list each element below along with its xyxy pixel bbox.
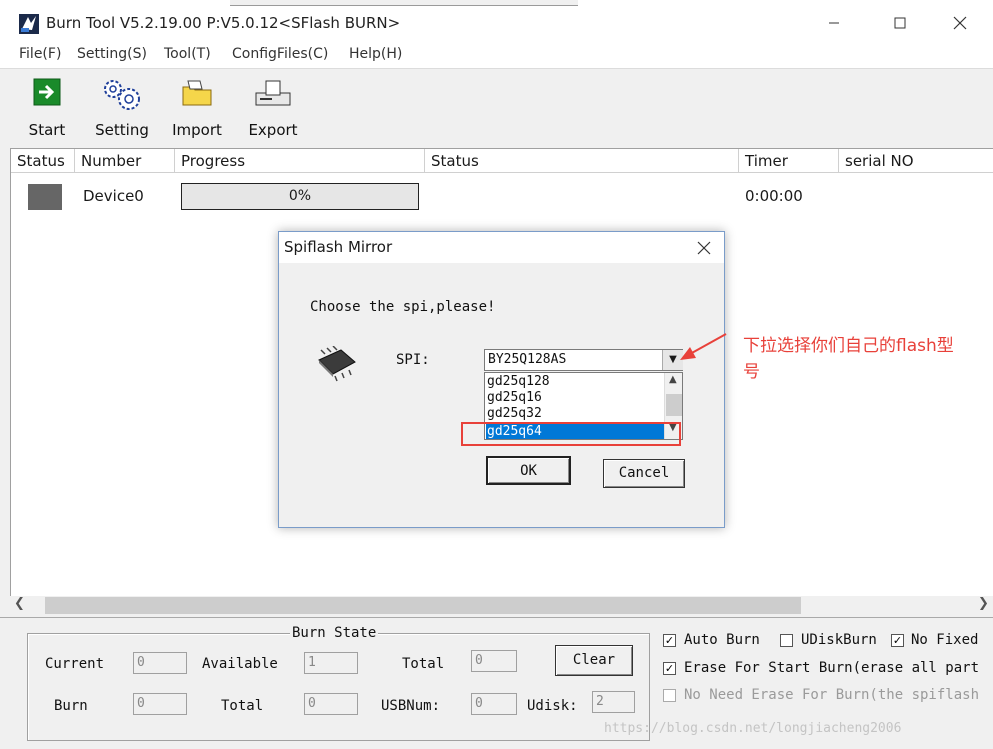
setting-label: Setting [95, 121, 149, 139]
annotation-highlight-box [461, 422, 681, 446]
status-indicator [28, 184, 62, 210]
erase-start-checkbox[interactable]: ✓ [663, 662, 676, 675]
udisk-label: Udisk: [527, 698, 578, 714]
minimize-icon [829, 22, 839, 24]
burn-label: Burn [54, 698, 88, 714]
dialog-title: Spiflash Mirror [284, 238, 393, 256]
usbnum-label: USBNum: [381, 698, 441, 714]
col-status-2[interactable]: Status [425, 149, 739, 173]
no-need-erase-label: No Need Erase For Burn(the spiflash [684, 687, 980, 703]
device-timer: 0:00:00 [745, 187, 803, 205]
available-field: 1 [304, 652, 358, 674]
toolbar: Start Setting Import Export [0, 69, 993, 147]
annotation-text-line1: 下拉选择你们自己的flash型 [743, 336, 954, 356]
total-field: 0 [471, 650, 517, 672]
close-icon [953, 16, 967, 30]
device-number: Device0 [83, 187, 144, 205]
no-need-erase-checkbox[interactable] [663, 689, 676, 702]
no-fixed-checkbox[interactable]: ✓ [891, 634, 904, 647]
background-window-fragment [230, 0, 578, 6]
current-label: Current [45, 656, 105, 672]
start-arrow-icon [33, 78, 61, 106]
list-item[interactable]: gd25q32 [487, 406, 542, 421]
total2-field: 0 [304, 693, 358, 715]
dialog-prompt: Choose the spi,please! [310, 299, 496, 315]
export-button[interactable]: Export [242, 77, 304, 143]
setting-button[interactable]: Setting [91, 77, 153, 143]
folder-icon [182, 80, 212, 106]
window-title: Burn Tool V5.2.19.00 P:V5.0.12<SFlash BU… [46, 14, 401, 32]
spi-selected-value: BY25Q128AS [488, 352, 567, 367]
scroll-up-icon[interactable]: ▲ [669, 374, 677, 385]
dialog-title-bar: Spiflash Mirror [279, 232, 724, 263]
export-label: Export [248, 121, 298, 139]
burn-field: 0 [133, 693, 187, 715]
annotation-text-line2: 号 [743, 362, 760, 382]
clear-button[interactable]: Clear [555, 645, 633, 676]
app-icon [19, 14, 39, 34]
menu-file[interactable]: File(F) [19, 46, 61, 62]
menu-setting[interactable]: Setting(S) [77, 46, 147, 62]
table-row[interactable]: Device0 0% 0:00:00 [11, 175, 993, 219]
menu-tool[interactable]: Tool(T) [164, 46, 211, 62]
export-drive-icon [255, 80, 291, 106]
no-fixed-label: No Fixed [911, 632, 979, 648]
menu-help[interactable]: Help(H) [349, 46, 402, 62]
col-timer[interactable]: Timer [739, 149, 839, 173]
scroll-thumb[interactable] [45, 597, 801, 614]
list-item[interactable]: gd25q128 [487, 374, 550, 389]
spi-select[interactable]: BY25Q128AS ▼ [484, 349, 683, 371]
burn-state-panel: Burn State Current 0 Available 1 Total 0… [0, 617, 993, 749]
current-field: 0 [133, 652, 187, 674]
col-number[interactable]: Number [75, 149, 175, 173]
total-label: Total [402, 656, 445, 672]
scroll-left-icon[interactable]: ❮ [14, 596, 25, 611]
spiflash-dialog: Spiflash Mirror Choose the spi,please! S… [278, 231, 725, 528]
udisk-field: 2 [592, 691, 635, 713]
menu-configfiles[interactable]: ConfigFiles(C) [232, 46, 328, 62]
maximize-button[interactable] [878, 8, 922, 38]
import-button[interactable]: Import [166, 77, 228, 143]
cancel-button[interactable]: Cancel [603, 459, 685, 488]
list-scroll-thumb[interactable] [666, 394, 682, 416]
udisk-burn-checkbox[interactable] [780, 634, 793, 647]
start-button[interactable]: Start [16, 77, 78, 143]
maximize-icon [894, 17, 906, 29]
auto-burn-checkbox[interactable]: ✓ [663, 634, 676, 647]
watermark: https://blog.csdn.net/longjiacheng2006 [604, 721, 902, 736]
import-label: Import [172, 121, 222, 139]
list-item[interactable]: gd25q16 [487, 390, 542, 405]
erase-start-label: Erase For Start Burn(erase all part [684, 660, 980, 676]
ok-button[interactable]: OK [486, 456, 571, 485]
title-bar: Burn Tool V5.2.19.00 P:V5.0.12<SFlash BU… [0, 0, 993, 46]
menu-bar: File(F) Setting(S) Tool(T) ConfigFiles(C… [0, 46, 993, 69]
minimize-button[interactable] [812, 8, 856, 38]
col-serial[interactable]: serial NO [839, 149, 993, 173]
chip-icon [318, 346, 356, 382]
scroll-right-icon[interactable]: ❯ [978, 596, 989, 611]
dialog-close-icon[interactable] [697, 241, 711, 255]
burn-state-title: Burn State [290, 625, 379, 641]
horizontal-scrollbar[interactable]: ❮ ❯ [10, 596, 993, 616]
close-button[interactable] [938, 8, 982, 38]
annotation-arrow-icon [680, 333, 727, 360]
auto-burn-label: Auto Burn [684, 632, 760, 648]
progress-bar: 0% [181, 183, 419, 210]
progress-text: 0% [288, 188, 312, 204]
usbnum-field: 0 [471, 693, 517, 715]
spi-label: SPI: [396, 352, 430, 368]
available-label: Available [202, 656, 278, 672]
udisk-burn-label: UDiskBurn [801, 632, 877, 648]
burn-state-group: Burn State Current 0 Available 1 Total 0… [27, 625, 650, 741]
gears-icon [104, 80, 140, 110]
total2-label: Total [221, 698, 264, 714]
col-status[interactable]: Status [11, 149, 75, 173]
col-progress[interactable]: Progress [175, 149, 425, 173]
start-label: Start [28, 121, 66, 139]
